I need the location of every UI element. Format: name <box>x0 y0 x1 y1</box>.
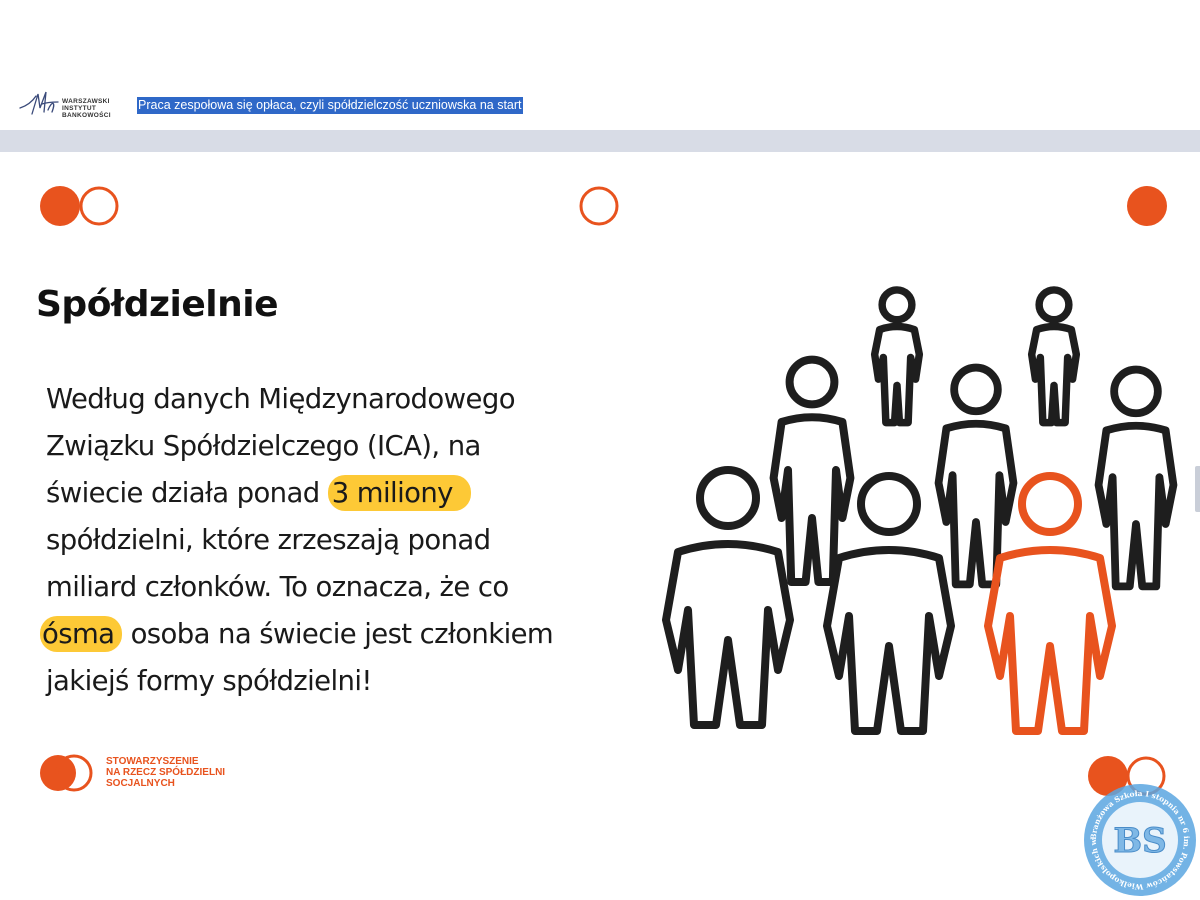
highlight-3-miliony: 3 miliony <box>327 475 471 511</box>
filled-circle-icon <box>40 186 80 226</box>
wib-signature-icon <box>19 91 59 115</box>
person-icon <box>1027 286 1081 427</box>
slide-title: Spółdzielnie <box>36 284 279 325</box>
wib-logo: WARSZAWSKI INSTYTUT BANKOWOŚCI <box>18 90 118 124</box>
body-line: osoba na świecie jest członkiem <box>130 618 554 650</box>
logo-line-1: WARSZAWSKI <box>62 98 110 105</box>
toolbar-divider-band <box>0 130 1200 152</box>
outline-circle-icon <box>579 186 619 226</box>
body-line: świecie działa ponad <box>46 477 320 509</box>
ssz-logo-icon <box>40 754 93 792</box>
badge-initials: BS <box>1113 821 1166 861</box>
wib-logo-text: WARSZAWSKI INSTYTUT BANKOWOŚCI <box>62 98 111 119</box>
person-icon <box>870 286 924 427</box>
body-line: jakiejś formy spółdzielni! <box>46 665 372 697</box>
outline-circle-icon <box>79 186 119 226</box>
person-icon <box>1094 365 1178 591</box>
document-title-selected[interactable]: Praca zespołowa się opłaca, czyli spółdz… <box>137 97 523 114</box>
body-line: Związku Spółdzielczego (ICA), na <box>46 430 481 462</box>
scroll-handle[interactable] <box>1195 466 1200 512</box>
highlight-osma: ósma <box>40 616 123 652</box>
logo-line-3: BANKOWOŚCI <box>62 112 111 119</box>
body-line: spółdzielni, które zrzeszają ponad <box>46 524 491 556</box>
org-line-1: STOWARZYSZENIE <box>106 756 199 767</box>
org-line-2: NA RZECZ SPÓŁDZIELNI <box>106 767 226 778</box>
org-line-3: SOCJALNYCH <box>106 778 175 789</box>
people-group-illustration <box>662 286 1178 735</box>
ssz-logo-text: STOWARZYSZENIE NA RZECZ SPÓŁDZIELNI SOCJ… <box>106 756 225 789</box>
school-badge-watermark: Branżowa Szkoła I stopnia nr 6 im. Powst… <box>1082 782 1196 896</box>
body-line: miliard członków. To oznacza, że co <box>46 571 509 603</box>
filled-circle-icon <box>1127 186 1167 226</box>
body-line: Według danych Międzynarodowego <box>46 383 516 415</box>
person-icon <box>934 363 1018 589</box>
logo-line-2: INSTYTUT <box>62 105 97 112</box>
slide-body-text: Według danych Międzynarodowego Związku S… <box>40 376 686 705</box>
person-icon <box>769 355 855 587</box>
person-icon <box>662 466 794 729</box>
